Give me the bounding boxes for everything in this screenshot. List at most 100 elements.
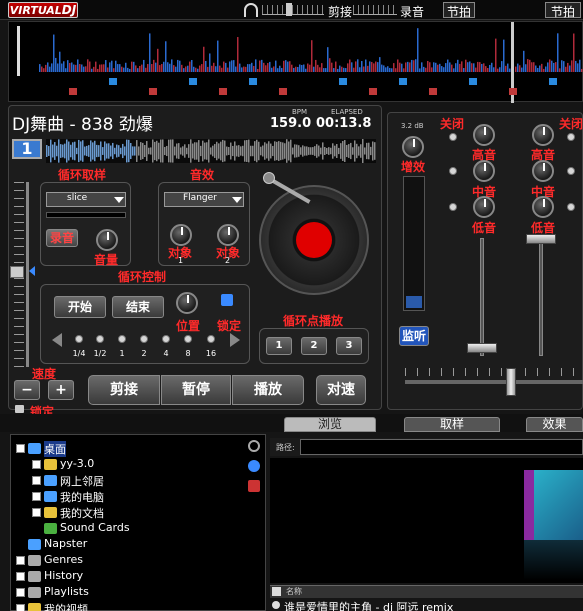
tree-expand-toggle[interactable] <box>32 460 41 469</box>
eq-low2-knob[interactable] <box>532 196 554 218</box>
record-button[interactable]: 录音 <box>400 3 424 20</box>
mini-waveform-bar <box>80 141 82 161</box>
name-column-header[interactable]: 名称 <box>286 586 302 597</box>
loop-size-led[interactable] <box>75 335 83 343</box>
loop-size-led[interactable] <box>184 335 192 343</box>
waveform-bar <box>93 66 95 72</box>
tree-item-label[interactable]: History <box>44 569 83 582</box>
channel-fader1-handle[interactable] <box>467 343 497 353</box>
loop-size-led[interactable] <box>140 335 148 343</box>
effect-param2-knob[interactable] <box>217 224 239 246</box>
gain-knob[interactable] <box>402 136 424 158</box>
mini-waveform-bar <box>188 144 190 158</box>
tab-sampler[interactable]: 取样 <box>404 417 500 432</box>
tree-expand-toggle[interactable] <box>32 508 41 517</box>
tree-item-label[interactable]: 桌面 <box>44 441 66 457</box>
effect-param1-knob[interactable] <box>170 224 192 246</box>
beat-button-2[interactable]: 节拍 <box>545 2 581 19</box>
tree-item-label[interactable]: 我的电脑 <box>60 489 104 505</box>
crossfader-track[interactable] <box>405 380 583 384</box>
eq-high1-knob[interactable] <box>473 124 495 146</box>
record-slider[interactable] <box>353 5 397 15</box>
song-row[interactable]: 谁是爱情里的主角 - dj 阿远 remix <box>284 599 453 611</box>
tree-item-label[interactable]: 我的视频 <box>44 601 88 611</box>
cue-button-1[interactable]: 1 <box>266 337 292 355</box>
mini-waveform-bar <box>238 145 240 157</box>
tab-browse[interactable]: 浏览 <box>284 417 376 432</box>
waveform-overview[interactable] <box>8 21 583 103</box>
loop-size-led[interactable] <box>162 335 170 343</box>
lock-icon[interactable] <box>221 294 233 306</box>
channel-fader2-handle[interactable] <box>526 234 556 244</box>
eq-mid1-knob[interactable] <box>473 160 495 182</box>
position-knob[interactable] <box>176 292 198 314</box>
tree-expand-toggle[interactable] <box>16 572 25 581</box>
tab-effects[interactable]: 效果 <box>526 417 583 432</box>
monitor-button[interactable]: 监听 <box>399 326 429 346</box>
loop-record-button[interactable]: 录音 <box>46 229 78 247</box>
tree-item-label[interactable]: 网上邻居 <box>60 473 104 489</box>
tree-add-icon[interactable] <box>248 460 260 472</box>
tree-item-label[interactable]: Napster <box>44 537 87 550</box>
tree-item-label[interactable]: Playlists <box>44 585 89 598</box>
mixer-close-1[interactable]: 关闭 <box>440 115 464 132</box>
eq-kill-led-mid1[interactable] <box>449 167 457 175</box>
channel-fader2-track[interactable] <box>539 238 543 356</box>
loop-size-led[interactable] <box>96 335 104 343</box>
eq-kill-led-mid2[interactable] <box>567 167 575 175</box>
transport-pause-button[interactable]: 暂停 <box>161 375 231 405</box>
header-checkbox[interactable] <box>272 587 281 596</box>
tree-search-icon[interactable] <box>248 440 260 452</box>
transport-play-button[interactable]: 播放 <box>232 375 304 405</box>
eq-kill-led-low1[interactable] <box>449 203 457 211</box>
eq-high2-knob[interactable] <box>532 124 554 146</box>
speed-lock-icon[interactable] <box>15 405 24 413</box>
tree-item-label[interactable]: 我的文档 <box>60 505 104 521</box>
speed-minus-button[interactable]: − <box>14 380 40 400</box>
volume-knob[interactable] <box>96 229 118 251</box>
tree-item-label[interactable]: Sound Cards <box>60 521 130 534</box>
tree-expand-toggle[interactable] <box>16 444 25 453</box>
mini-waveform-bar <box>116 144 118 158</box>
loop-start-button[interactable]: 开始 <box>54 296 106 318</box>
waveform-bar <box>349 59 351 72</box>
pitch-handle[interactable] <box>10 266 24 278</box>
tree-expand-toggle[interactable] <box>16 588 25 597</box>
eq-kill-led-high2[interactable] <box>567 133 575 141</box>
tree-expand-toggle[interactable] <box>32 476 41 485</box>
tree-remove-icon[interactable] <box>248 480 260 492</box>
eq-low1-knob[interactable] <box>473 196 495 218</box>
loop-size-led[interactable] <box>118 335 126 343</box>
waveform-bar <box>253 65 255 72</box>
loop-size-led[interactable] <box>207 335 215 343</box>
tree-item-label[interactable]: yy-3.0 <box>60 457 94 470</box>
cut-button[interactable]: 剪接 <box>328 3 352 20</box>
waveform-bar <box>321 63 323 72</box>
cue-button-2[interactable]: 2 <box>301 337 327 355</box>
headphone-icon[interactable] <box>244 3 258 17</box>
cue-button-3[interactable]: 3 <box>336 337 362 355</box>
tree-expand-toggle[interactable] <box>16 556 25 565</box>
eq-kill-led-high1[interactable] <box>449 133 457 141</box>
track-waveform[interactable] <box>46 139 376 163</box>
transport-cue-button[interactable]: 剪接 <box>88 375 160 405</box>
speed-plus-button[interactable]: + <box>48 380 74 400</box>
waveform-bar <box>143 59 145 72</box>
waveform-bar <box>41 66 43 72</box>
loop-end-button[interactable]: 结束 <box>112 296 164 318</box>
tree-expand-toggle[interactable] <box>16 604 25 611</box>
eq-mid2-knob[interactable] <box>532 160 554 182</box>
crossfader-mini[interactable] <box>262 5 324 15</box>
channel-fader1-track[interactable] <box>480 238 484 356</box>
sync-button[interactable]: 对速 <box>316 375 366 405</box>
tree-expand-toggle[interactable] <box>32 492 41 501</box>
tree-item-label[interactable]: Genres <box>44 553 83 566</box>
crossfader-mini-handle[interactable] <box>286 3 292 16</box>
loop-size-left-icon[interactable] <box>52 333 62 347</box>
loop-size-right-icon[interactable] <box>230 333 240 347</box>
eq-kill-led-low2[interactable] <box>567 203 575 211</box>
path-input[interactable] <box>300 439 583 455</box>
beat-button-1[interactable]: 节拍 <box>443 2 475 19</box>
mixer-close-2[interactable]: 关闭 <box>559 115 583 132</box>
crossfader-handle[interactable] <box>506 368 516 396</box>
